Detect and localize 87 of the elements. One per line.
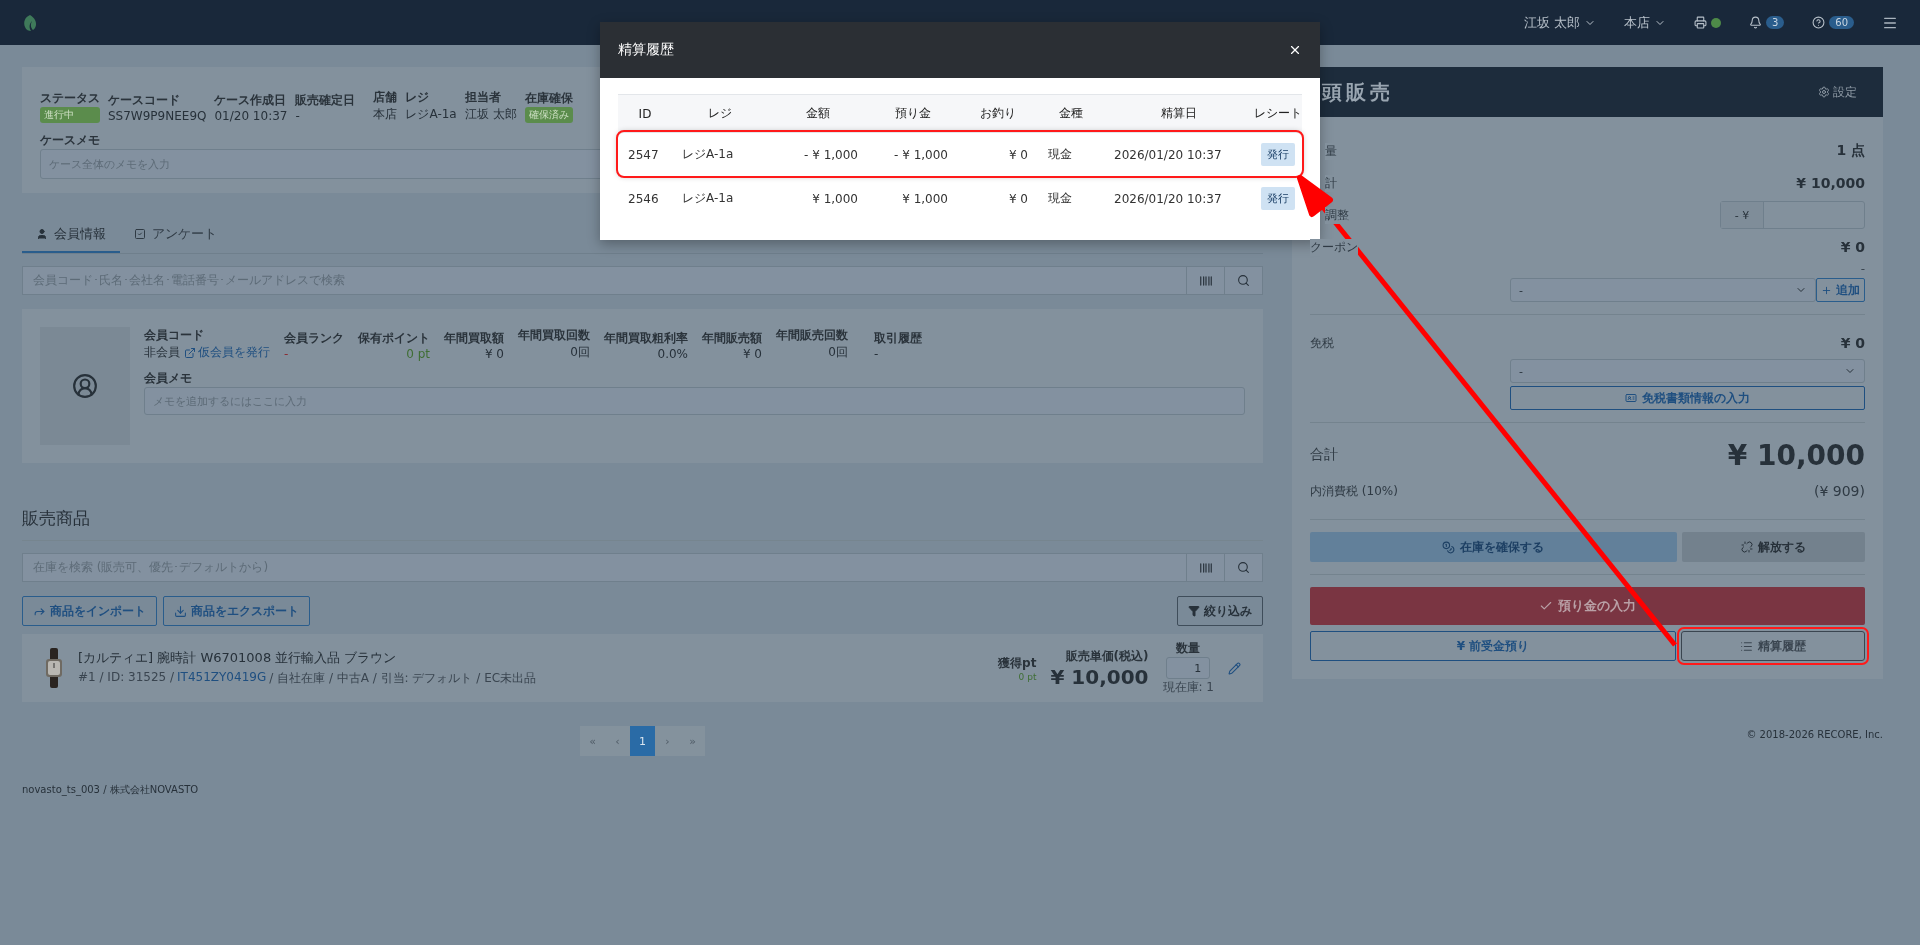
stat-value: ¥ 0: [742, 347, 762, 361]
table-cell-text: 2547: [627, 147, 660, 162]
table-cell-text: 2546: [627, 191, 660, 206]
field-value: レジA-1a: [405, 106, 457, 123]
dialog-title: 精算履歴: [618, 41, 674, 59]
stat-value: -: [874, 347, 879, 361]
stock-count: 現在庫: 1: [1162, 679, 1214, 696]
column-header: レジ: [707, 105, 733, 122]
stat-label: 年間販売額: [702, 330, 762, 347]
row-value: ¥ 0: [1840, 239, 1865, 255]
table-cell-text: - ¥ 1,000: [893, 147, 949, 162]
field-label: ケースコード: [108, 92, 181, 109]
row-label: 調整: [1325, 206, 1349, 224]
field-label: レジ: [405, 89, 431, 106]
total-value: ¥ 10,000: [1727, 438, 1865, 472]
points-label: 獲得pt: [998, 654, 1037, 672]
field-label: 会員メモ: [144, 371, 192, 385]
table-cell-text: レジA-1a: [681, 190, 735, 207]
stat-label: 保有ポイント: [358, 330, 430, 347]
table-cell-text: ¥ 0: [1007, 147, 1029, 162]
help-count: 60: [1829, 16, 1854, 29]
field-value: 本店: [373, 106, 398, 123]
table-cell-text: 現金: [1047, 146, 1073, 163]
stat-label: 会員ランク: [284, 330, 344, 347]
field-label: 会員コード: [144, 327, 205, 344]
coupon-note: -: [1860, 262, 1865, 276]
product-title: [カルティエ] 腕時計 W6701008 並行輸入品 ブラウン: [78, 649, 398, 667]
row-value: 1 点: [1836, 142, 1865, 160]
table-cell-text: 現金: [1047, 190, 1073, 207]
table-cell-text: ¥ 1,000: [901, 191, 949, 206]
stat-value: 0.0%: [657, 347, 688, 361]
column-header: 金額: [805, 105, 831, 122]
stat-label: 年間買取回数: [518, 327, 590, 344]
field-label: 販売確定日: [295, 92, 356, 109]
field-value: SS7W9P9NEE9Q: [108, 109, 207, 123]
stat-value: -: [284, 347, 289, 361]
quantity-label: 数量: [1176, 640, 1201, 657]
field-label: ケースメモ: [40, 133, 100, 147]
field-label: 店舗: [373, 89, 398, 106]
field-label: ケース作成日: [214, 92, 288, 109]
column-header: お釣り: [979, 105, 1017, 122]
stat-label: 年間買取粗利率: [604, 330, 688, 347]
stat-label: 年間販売回数: [776, 327, 848, 344]
stat-label: 年間買取額: [444, 330, 504, 347]
status-badge: 進行中: [40, 107, 100, 123]
table-cell-text: ¥ 0: [1007, 191, 1029, 206]
table-cell-text: 2026/01/20 10:37: [1113, 147, 1223, 162]
field-value: -: [295, 109, 301, 123]
price-value: ¥ 10,000: [1050, 664, 1149, 689]
stat-value: ¥ 0: [484, 347, 504, 361]
field-value: 非会員: [144, 344, 180, 361]
stat-value: 0 pt: [406, 347, 430, 361]
notification-count: 3: [1765, 16, 1785, 29]
field-value: 01/20 10:37: [214, 109, 288, 123]
field-value: 江坂 太郎: [464, 106, 517, 123]
field-label: 在庫確保: [524, 90, 573, 107]
field-label: 担当者: [464, 89, 502, 106]
row-value: ¥ 0: [1840, 335, 1865, 351]
product-meta: / 自社在庫 / 中古A / 引当: デフォルト / EC未出品: [269, 670, 537, 687]
total-label: 合計: [1310, 446, 1338, 464]
points-value: 0 pt: [1018, 671, 1037, 682]
section-heading: 販売商品: [22, 507, 1263, 541]
field-label: ステータス: [40, 90, 100, 107]
row-label: 免税: [1310, 334, 1334, 352]
stat-value: 0回: [570, 344, 590, 361]
stat-value: 0回: [828, 344, 848, 361]
row-value: ¥ 10,000: [1796, 175, 1865, 191]
status-badge: 確保済み: [524, 107, 573, 123]
product-meta: #1 / ID: 31525 /: [78, 670, 175, 686]
row-label: 計: [1325, 174, 1337, 192]
column-header: 預り金: [894, 105, 932, 122]
tax-label: 内消費税 (10%): [1310, 482, 1398, 500]
footer-text: novasto_ts_003 / 株式会社NOVASTO: [22, 783, 200, 797]
table-cell-text: ¥ 1,000: [811, 191, 859, 206]
column-header: 精算日: [1160, 105, 1198, 122]
column-header: ID: [637, 106, 653, 121]
row-label: クーポン: [1310, 238, 1358, 256]
table-cell-text: - ¥ 1,000: [803, 147, 859, 162]
panel-title: 頭販売: [1322, 78, 1394, 106]
copyright-text: © 2018-2026 RECORE, Inc.: [1746, 729, 1883, 740]
price-label: 販売単価(税込): [1065, 647, 1149, 665]
tax-value: (¥ 909): [1814, 483, 1865, 499]
column-header: レシート: [1254, 105, 1302, 122]
table-cell-text: 2026/01/20 10:37: [1113, 191, 1223, 206]
stat-label: 取引履歴: [874, 330, 922, 347]
column-header: 金種: [1058, 105, 1084, 122]
table-cell-text: レジA-1a: [681, 146, 735, 163]
